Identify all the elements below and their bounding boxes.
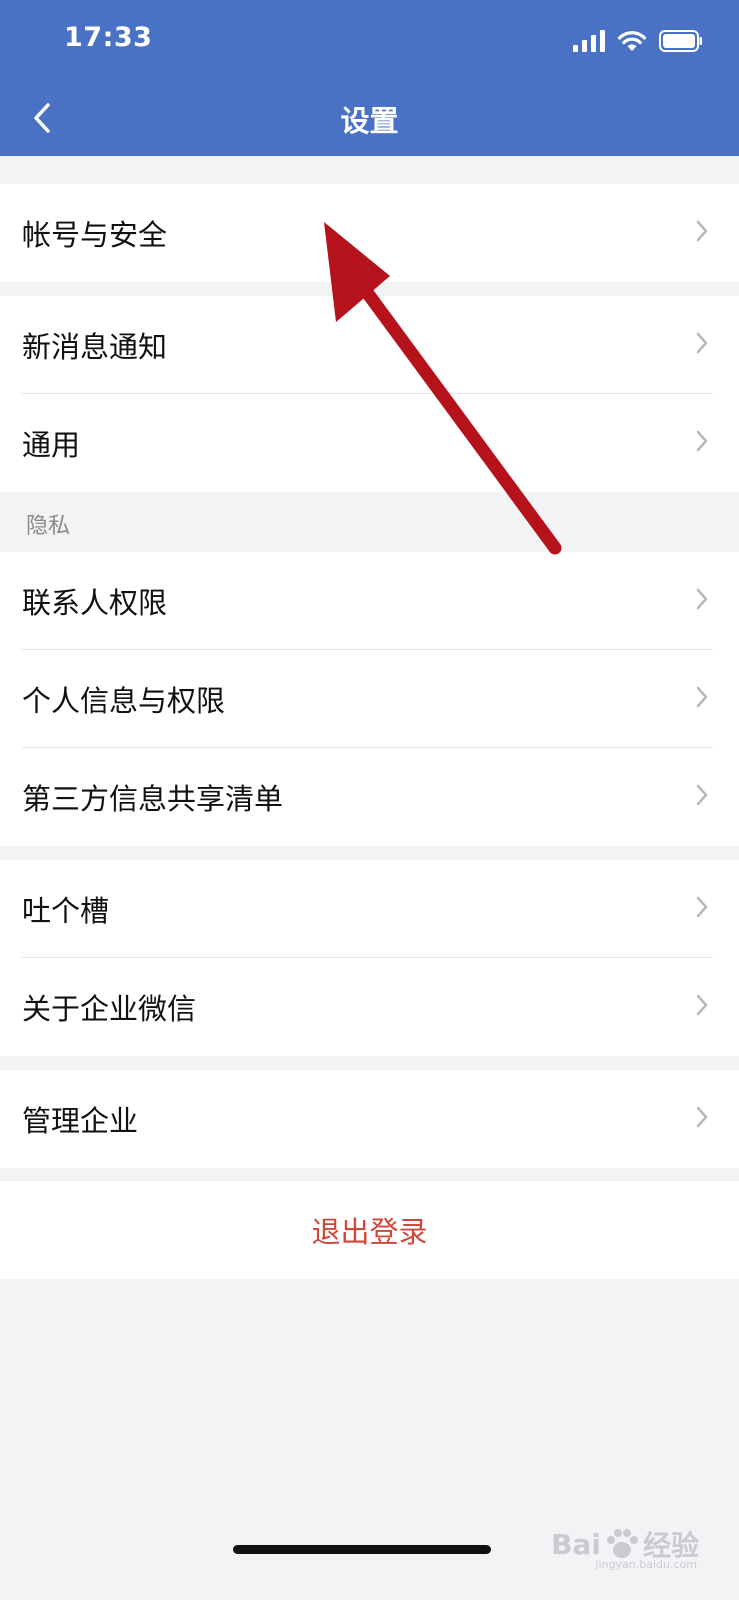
- settings-group-feedback: 吐个槽 关于企业微信: [0, 860, 739, 1056]
- paw-icon: [606, 1529, 638, 1558]
- section-header-privacy: 隐私: [26, 514, 71, 539]
- home-indicator: [233, 1545, 491, 1554]
- chevron-right-icon: [696, 784, 708, 806]
- settings-item-label: 联系人权限: [22, 586, 168, 620]
- baidu-jingyan-watermark: Bai 经验 jingyan.baidu.com: [551, 1524, 699, 1572]
- settings-group-account: 帐号与安全: [0, 184, 739, 282]
- cellular-signal-icon: [573, 30, 605, 52]
- settings-item-personal-info-permissions[interactable]: 个人信息与权限: [0, 650, 739, 748]
- status-bar: 17:33: [0, 0, 739, 80]
- watermark-subtext: jingyan.baidu.com: [595, 1558, 697, 1571]
- settings-item-label: 通用: [22, 428, 81, 462]
- chevron-right-icon: [696, 686, 708, 708]
- page-title: 设置: [340, 104, 399, 138]
- settings-group-privacy: 联系人权限 个人信息与权限 第三方信息共享清单: [0, 552, 739, 846]
- settings-item-label: 吐个槽: [22, 894, 110, 928]
- settings-item-label: 关于企业微信: [22, 992, 197, 1026]
- chevron-right-icon: [696, 220, 708, 242]
- watermark-text: Bai: [551, 1527, 601, 1561]
- settings-group-general: 新消息通知 通用: [0, 296, 739, 492]
- chevron-right-icon: [696, 1106, 708, 1128]
- settings-group-enterprise: 管理企业: [0, 1070, 739, 1168]
- settings-item-general[interactable]: 通用: [0, 394, 739, 492]
- status-icons: [573, 28, 703, 54]
- settings-item-new-message-notification[interactable]: 新消息通知: [0, 296, 739, 394]
- settings-item-feedback[interactable]: 吐个槽: [0, 860, 739, 958]
- logout-group: 退出登录: [0, 1181, 739, 1279]
- nav-bar: 设置: [0, 80, 739, 156]
- settings-item-label: 新消息通知: [22, 330, 168, 364]
- chevron-right-icon: [696, 896, 708, 918]
- settings-item-about[interactable]: 关于企业微信: [0, 958, 739, 1056]
- chevron-right-icon: [696, 994, 708, 1016]
- chevron-right-icon: [696, 332, 708, 354]
- settings-item-third-party-sharing-list[interactable]: 第三方信息共享清单: [0, 748, 739, 846]
- battery-icon: [659, 30, 702, 52]
- settings-item-account-security[interactable]: 帐号与安全: [0, 184, 739, 282]
- status-time: 17:33: [64, 22, 153, 53]
- settings-item-label: 第三方信息共享清单: [22, 782, 284, 816]
- chevron-right-icon: [696, 588, 708, 610]
- settings-item-manage-enterprise[interactable]: 管理企业: [0, 1070, 739, 1168]
- settings-item-label: 帐号与安全: [22, 218, 168, 252]
- settings-item-label: 管理企业: [22, 1104, 139, 1138]
- wifi-icon: [617, 31, 647, 51]
- settings-item-contact-permissions[interactable]: 联系人权限: [0, 552, 739, 650]
- logout-button[interactable]: 退出登录: [0, 1181, 739, 1279]
- chevron-right-icon: [696, 430, 708, 452]
- settings-item-label: 个人信息与权限: [22, 684, 226, 718]
